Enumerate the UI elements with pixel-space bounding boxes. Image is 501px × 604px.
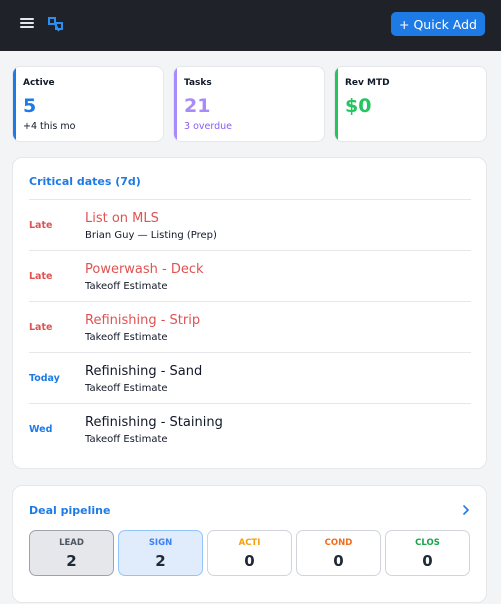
- app-logo-icon[interactable]: [47, 15, 65, 33]
- stat-subtext: 3 overdue: [184, 121, 232, 132]
- task-subtitle: Brian Guy — Listing (Prep): [85, 230, 217, 241]
- due-label: Wed: [29, 424, 53, 435]
- stage-count: 0: [422, 552, 433, 570]
- task-subtitle: Takeoff Estimate: [85, 281, 168, 292]
- critical-dates-card: Critical dates (7d) Late List on MLS Bri…: [12, 157, 487, 469]
- pipeline-stage-cond[interactable]: COND 0: [296, 530, 381, 576]
- task-title: Powerwash - Deck: [85, 262, 204, 277]
- task-subtitle: Takeoff Estimate: [85, 383, 168, 394]
- top-bar: + Quick Add: [0, 0, 501, 51]
- stat-card-active[interactable]: Active 5 +4 this mo: [12, 66, 164, 142]
- task-subtitle: Takeoff Estimate: [85, 332, 168, 343]
- task-subtitle: Takeoff Estimate: [85, 434, 168, 445]
- list-item[interactable]: Today Refinishing - Sand Takeoff Estimat…: [29, 352, 471, 403]
- pipeline-stage-lead[interactable]: LEAD 2: [29, 530, 114, 576]
- pipeline-stage-clos[interactable]: CLOS 0: [385, 530, 470, 576]
- stage-count: 2: [155, 552, 166, 570]
- pipeline-stage-sign[interactable]: SIGN 2: [118, 530, 203, 576]
- list-item[interactable]: Wed Refinishing - Staining Takeoff Estim…: [29, 403, 471, 454]
- stat-card-revenue[interactable]: Rev MTD $0: [334, 66, 487, 142]
- due-label: Late: [29, 220, 53, 231]
- stat-label: Rev MTD: [345, 78, 390, 88]
- stage-count: 2: [66, 552, 77, 570]
- stat-card-tasks[interactable]: Tasks 21 3 overdue: [173, 66, 325, 142]
- stage-label: CLOS: [415, 538, 440, 548]
- due-label: Today: [29, 373, 60, 384]
- stat-label: Tasks: [184, 78, 212, 88]
- stage-count: 0: [244, 552, 255, 570]
- card-title: Critical dates (7d): [29, 175, 141, 188]
- stat-value: $0: [345, 95, 372, 117]
- due-label: Late: [29, 271, 53, 282]
- quick-add-button[interactable]: + Quick Add: [391, 12, 485, 36]
- list-item[interactable]: Late Powerwash - Deck Takeoff Estimate: [29, 250, 471, 301]
- task-title: Refinishing - Strip: [85, 313, 201, 328]
- list-item[interactable]: Late List on MLS Brian Guy — Listing (Pr…: [29, 199, 471, 250]
- deal-pipeline-card: Deal pipeline LEAD 2 SIGN 2 ACTI 0 COND …: [12, 485, 487, 603]
- task-title: List on MLS: [85, 211, 159, 226]
- due-label: Late: [29, 322, 53, 333]
- list-item[interactable]: Late Refinishing - Strip Takeoff Estimat…: [29, 301, 471, 352]
- chevron-right-icon[interactable]: [460, 503, 472, 517]
- stage-label: ACTI: [238, 538, 261, 548]
- stage-label: COND: [324, 538, 353, 548]
- stage-count: 0: [333, 552, 344, 570]
- task-title: Refinishing - Sand: [85, 364, 203, 379]
- hamburger-menu-icon[interactable]: [20, 16, 36, 32]
- stage-label: LEAD: [59, 538, 84, 548]
- pipeline-stage-acti[interactable]: ACTI 0: [207, 530, 292, 576]
- stat-value: 21: [184, 95, 211, 117]
- stat-value: 5: [23, 95, 37, 117]
- stat-subtext: +4 this mo: [23, 121, 76, 132]
- task-title: Refinishing - Staining: [85, 415, 223, 430]
- card-title: Deal pipeline: [29, 504, 111, 517]
- stat-label: Active: [23, 78, 55, 88]
- stage-label: SIGN: [148, 538, 173, 548]
